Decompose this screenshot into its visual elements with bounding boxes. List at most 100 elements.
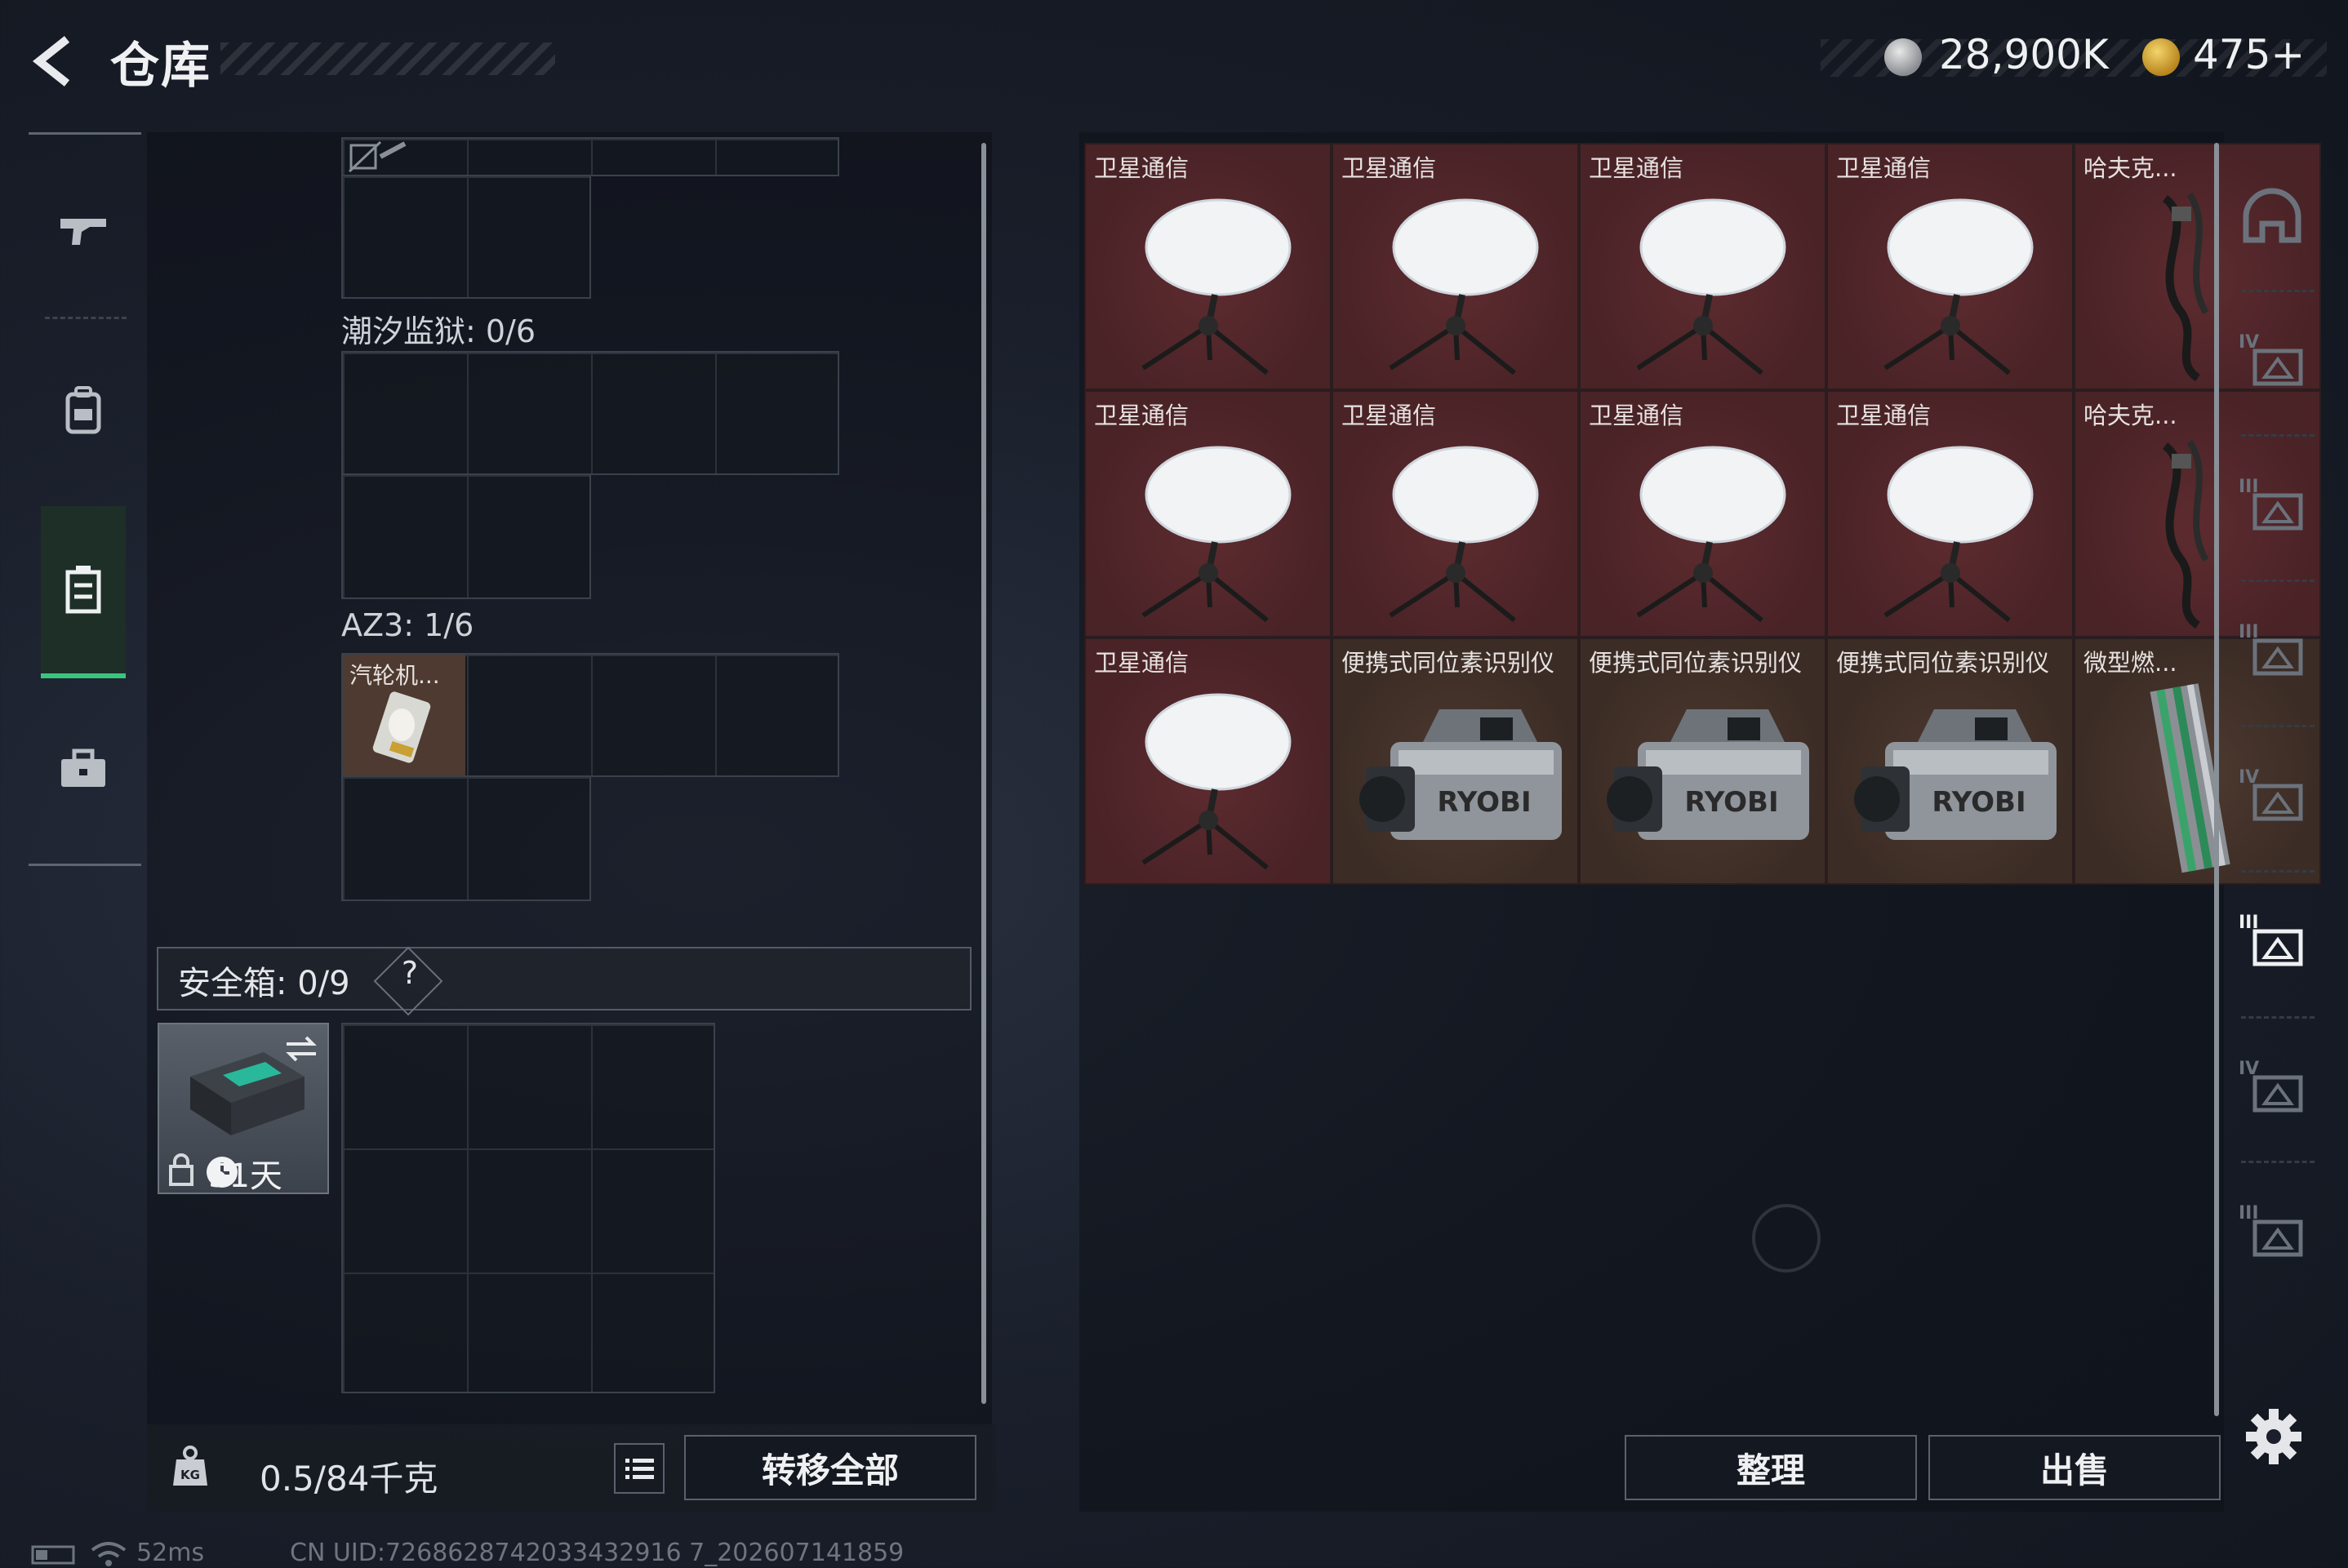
inventory-item-name: 便携式同位素识别仪 <box>1836 649 2050 677</box>
no-item-icon <box>348 140 407 173</box>
inventory-empty-marker <box>1752 1204 1821 1273</box>
safe-box-grid[interactable] <box>341 1023 715 1393</box>
inventory-item-name: 卫星通信 <box>1589 154 1684 182</box>
satellite-dish-image <box>1086 174 1330 386</box>
rail-bottom-line <box>29 864 141 866</box>
inventory-item[interactable]: RYOBI 便携式同位素识别仪 <box>1826 637 2074 885</box>
category-icon[interactable]: III <box>2227 895 2317 984</box>
inventory-item-name: 卫星通信 <box>1341 154 1437 182</box>
list-icon <box>625 1459 654 1479</box>
inventory-item[interactable]: 卫星通信 <box>1084 637 1332 885</box>
section-label-tide-prison: 潮汐监狱: 0/6 <box>341 313 536 349</box>
storage-icon[interactable] <box>41 547 126 632</box>
list-view-button[interactable] <box>614 1443 665 1494</box>
inventory-item-name: 卫星通信 <box>1094 402 1190 429</box>
turbine-item[interactable]: 汽轮机... <box>343 655 465 775</box>
inventory-item[interactable]: 卫星通信 <box>1579 390 1826 637</box>
container-grid-tide-prison-lower[interactable] <box>341 473 591 599</box>
helmet-category-icon[interactable] <box>2227 171 2317 261</box>
satellite-dish-image <box>1828 174 2072 386</box>
satellite-dish-image <box>1581 421 1825 633</box>
inventory-item[interactable]: 卫星通信 <box>1579 143 1826 390</box>
inventory-item-name: 哈夫克... <box>2083 154 2177 182</box>
category-separator <box>2241 1016 2315 1019</box>
inventory-item-name: 卫星通信 <box>1341 402 1437 429</box>
container-grid-top-lower[interactable] <box>341 175 591 299</box>
category-icon[interactable]: III <box>2227 459 2317 549</box>
svg-text:RYOBI: RYOBI <box>1684 786 1778 819</box>
inventory-item[interactable]: 卫星通信 <box>1084 143 1332 390</box>
satellite-dish-image <box>1086 669 1330 881</box>
currency-gold[interactable]: 475+ <box>2193 31 2305 78</box>
category-icon[interactable]: III <box>2227 604 2317 694</box>
inventory-scrollbar[interactable] <box>2214 143 2219 1416</box>
settings-gear-icon[interactable] <box>2241 1404 2306 1469</box>
inventory-item[interactable]: 卫星通信 <box>1332 143 1579 390</box>
inventory-item-name: 微型燃... <box>2083 649 2177 677</box>
currency-silver: 28,900K <box>1939 31 2109 78</box>
uid-text: CN UID:7268628742033432916 7_20260714185… <box>290 1539 905 1567</box>
turbine-item-image <box>372 691 431 763</box>
safe-box-label: 安全箱: 0/9 <box>178 965 350 1002</box>
container-grid-top[interactable] <box>341 137 839 176</box>
rail-separator <box>45 317 127 319</box>
network-status: 52ms <box>31 1539 204 1568</box>
category-separator <box>2241 580 2315 582</box>
turbine-item-name: 汽轮机... <box>349 662 440 689</box>
category-separator <box>2241 434 2315 437</box>
inventory-item[interactable]: 卫星通信 <box>1826 143 2074 390</box>
category-separator <box>2241 1161 2315 1163</box>
safe-box-timer: 51天 <box>208 1157 282 1195</box>
help-icon[interactable]: ? <box>394 955 426 991</box>
rail-top-line <box>29 132 141 135</box>
gold-coin-icon <box>2142 38 2180 76</box>
isotope-detector-image: RYOBI <box>1581 669 1825 881</box>
category-icon[interactable]: IV <box>2227 1041 2317 1130</box>
category-icon[interactable]: IV <box>2227 749 2317 839</box>
inventory-item-name: 哈夫克... <box>2083 402 2177 429</box>
category-separator <box>2241 725 2315 727</box>
inventory-item-name: 卫星通信 <box>1836 402 1932 429</box>
inventory-item-name: 便携式同位素识别仪 <box>1589 649 1803 677</box>
sort-button[interactable]: 整理 <box>1625 1435 1917 1500</box>
inventory-item[interactable]: RYOBI 便携式同位素识别仪 <box>1579 637 1826 885</box>
inventory-item[interactable]: RYOBI 便携式同位素识别仪 <box>1332 637 1579 885</box>
storage-scrollbar[interactable] <box>981 143 986 1404</box>
inventory-item-name: 便携式同位素识别仪 <box>1341 649 1555 677</box>
sell-button[interactable]: 出售 <box>1928 1435 2221 1500</box>
weight-icon: KG <box>173 1446 207 1486</box>
isotope-detector-image: RYOBI <box>1333 669 1577 881</box>
isotope-detector-image: RYOBI <box>1828 669 2072 881</box>
inventory-item[interactable]: 卫星通信 <box>1084 390 1332 637</box>
title-stripe <box>220 42 555 75</box>
lock-icon <box>169 1153 193 1186</box>
satellite-dish-image <box>1581 174 1825 386</box>
inventory-item-name: 卫星通信 <box>1589 402 1684 429</box>
inventory-grid: 卫星通信 卫星通信 卫星通信 卫星通信 哈夫克... 卫星通信 卫星通信 卫星通… <box>1084 143 2321 887</box>
page-title: 仓库 <box>110 38 211 95</box>
container-grid-az3-lower[interactable] <box>341 775 591 901</box>
svg-text:RYOBI: RYOBI <box>1932 786 2026 819</box>
satellite-dish-image <box>1333 174 1577 386</box>
category-icon[interactable]: III <box>2227 1185 2317 1275</box>
backpack-icon[interactable] <box>41 367 126 452</box>
inventory-item-name: 卫星通信 <box>1094 649 1190 677</box>
category-separator <box>2241 870 2315 873</box>
svg-text:RYOBI: RYOBI <box>1437 786 1531 819</box>
inventory-item[interactable]: 卫星通信 <box>1826 390 2074 637</box>
swap-icon[interactable] <box>282 1031 321 1067</box>
battery-icon <box>31 1545 75 1564</box>
satellite-dish-image <box>1086 421 1330 633</box>
weapon-icon[interactable] <box>41 188 126 273</box>
case-icon[interactable] <box>41 726 126 811</box>
satellite-dish-image <box>1333 421 1577 633</box>
ping-text: 52ms <box>136 1539 205 1567</box>
back-arrow-icon[interactable] <box>24 33 82 90</box>
section-label-az3: AZ3: 1/6 <box>341 607 474 643</box>
inventory-item[interactable]: 卫星通信 <box>1332 390 1579 637</box>
silver-coin-icon <box>1884 38 1922 76</box>
inventory-item-name: 卫星通信 <box>1836 154 1932 182</box>
container-grid-tide-prison[interactable] <box>341 351 839 475</box>
category-icon[interactable]: IV <box>2227 314 2317 404</box>
transfer-all-button[interactable]: 转移全部 <box>684 1435 976 1500</box>
